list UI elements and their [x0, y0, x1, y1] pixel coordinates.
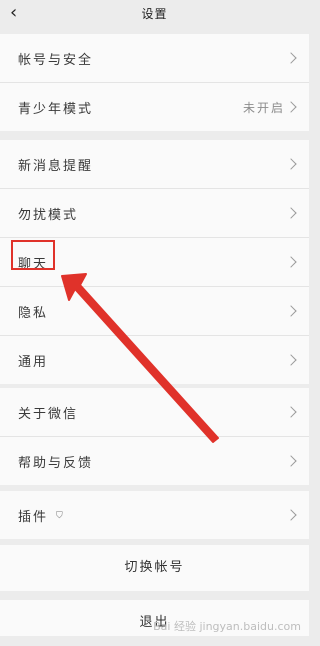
chevron-right-icon	[285, 406, 297, 418]
row-account-security[interactable]: 帐号与安全	[0, 34, 309, 83]
shield-icon: ⛉	[56, 511, 63, 521]
chevron-right-icon	[285, 455, 297, 467]
chevron-right-icon	[285, 158, 297, 170]
row-about-wechat[interactable]: 关于微信	[0, 388, 309, 437]
row-label: 关于微信	[18, 406, 79, 422]
row-help-feedback[interactable]: 帮助与反馈	[0, 437, 309, 485]
chevron-right-icon	[285, 509, 297, 521]
row-label: 青少年模式	[18, 101, 94, 117]
row-teen-mode[interactable]: 青少年模式 未开启	[0, 83, 309, 131]
settings-group-plugins: 插件 ⛉	[0, 491, 309, 539]
row-label: 新消息提醒	[18, 158, 94, 174]
chevron-right-icon	[285, 52, 297, 64]
row-value: 未开启	[242, 100, 285, 115]
chevron-right-icon	[285, 305, 297, 317]
page-title: 设置	[141, 7, 168, 21]
watermark: Bai 经验 jingyan.baidu.com	[153, 620, 301, 633]
row-label: 帮助与反馈	[18, 455, 94, 471]
chevron-right-icon	[285, 256, 297, 268]
row-plugins[interactable]: 插件 ⛉	[0, 491, 309, 539]
annotation-highlight-box	[11, 240, 55, 270]
row-new-message-alerts[interactable]: 新消息提醒	[0, 140, 309, 189]
row-label: 帐号与安全	[18, 52, 94, 68]
row-general[interactable]: 通用	[0, 336, 309, 384]
row-label: 插件	[18, 509, 49, 525]
row-privacy[interactable]: 隐私	[0, 287, 309, 336]
switch-account-button[interactable]: 切换帐号	[0, 545, 309, 591]
chevron-right-icon	[285, 101, 297, 113]
chevron-right-icon	[285, 354, 297, 366]
row-label: 通用	[18, 354, 49, 370]
nav-bar: ‹ 设置	[0, 0, 309, 30]
settings-group-about: 关于微信 帮助与反馈	[0, 388, 309, 485]
chevron-right-icon	[285, 207, 297, 219]
row-do-not-disturb[interactable]: 勿扰模式	[0, 189, 309, 238]
row-label: 隐私	[18, 305, 49, 321]
switch-account-label: 切换帐号	[124, 560, 185, 575]
row-label: 勿扰模式	[18, 207, 79, 223]
settings-group-account: 帐号与安全 青少年模式 未开启	[0, 34, 309, 131]
